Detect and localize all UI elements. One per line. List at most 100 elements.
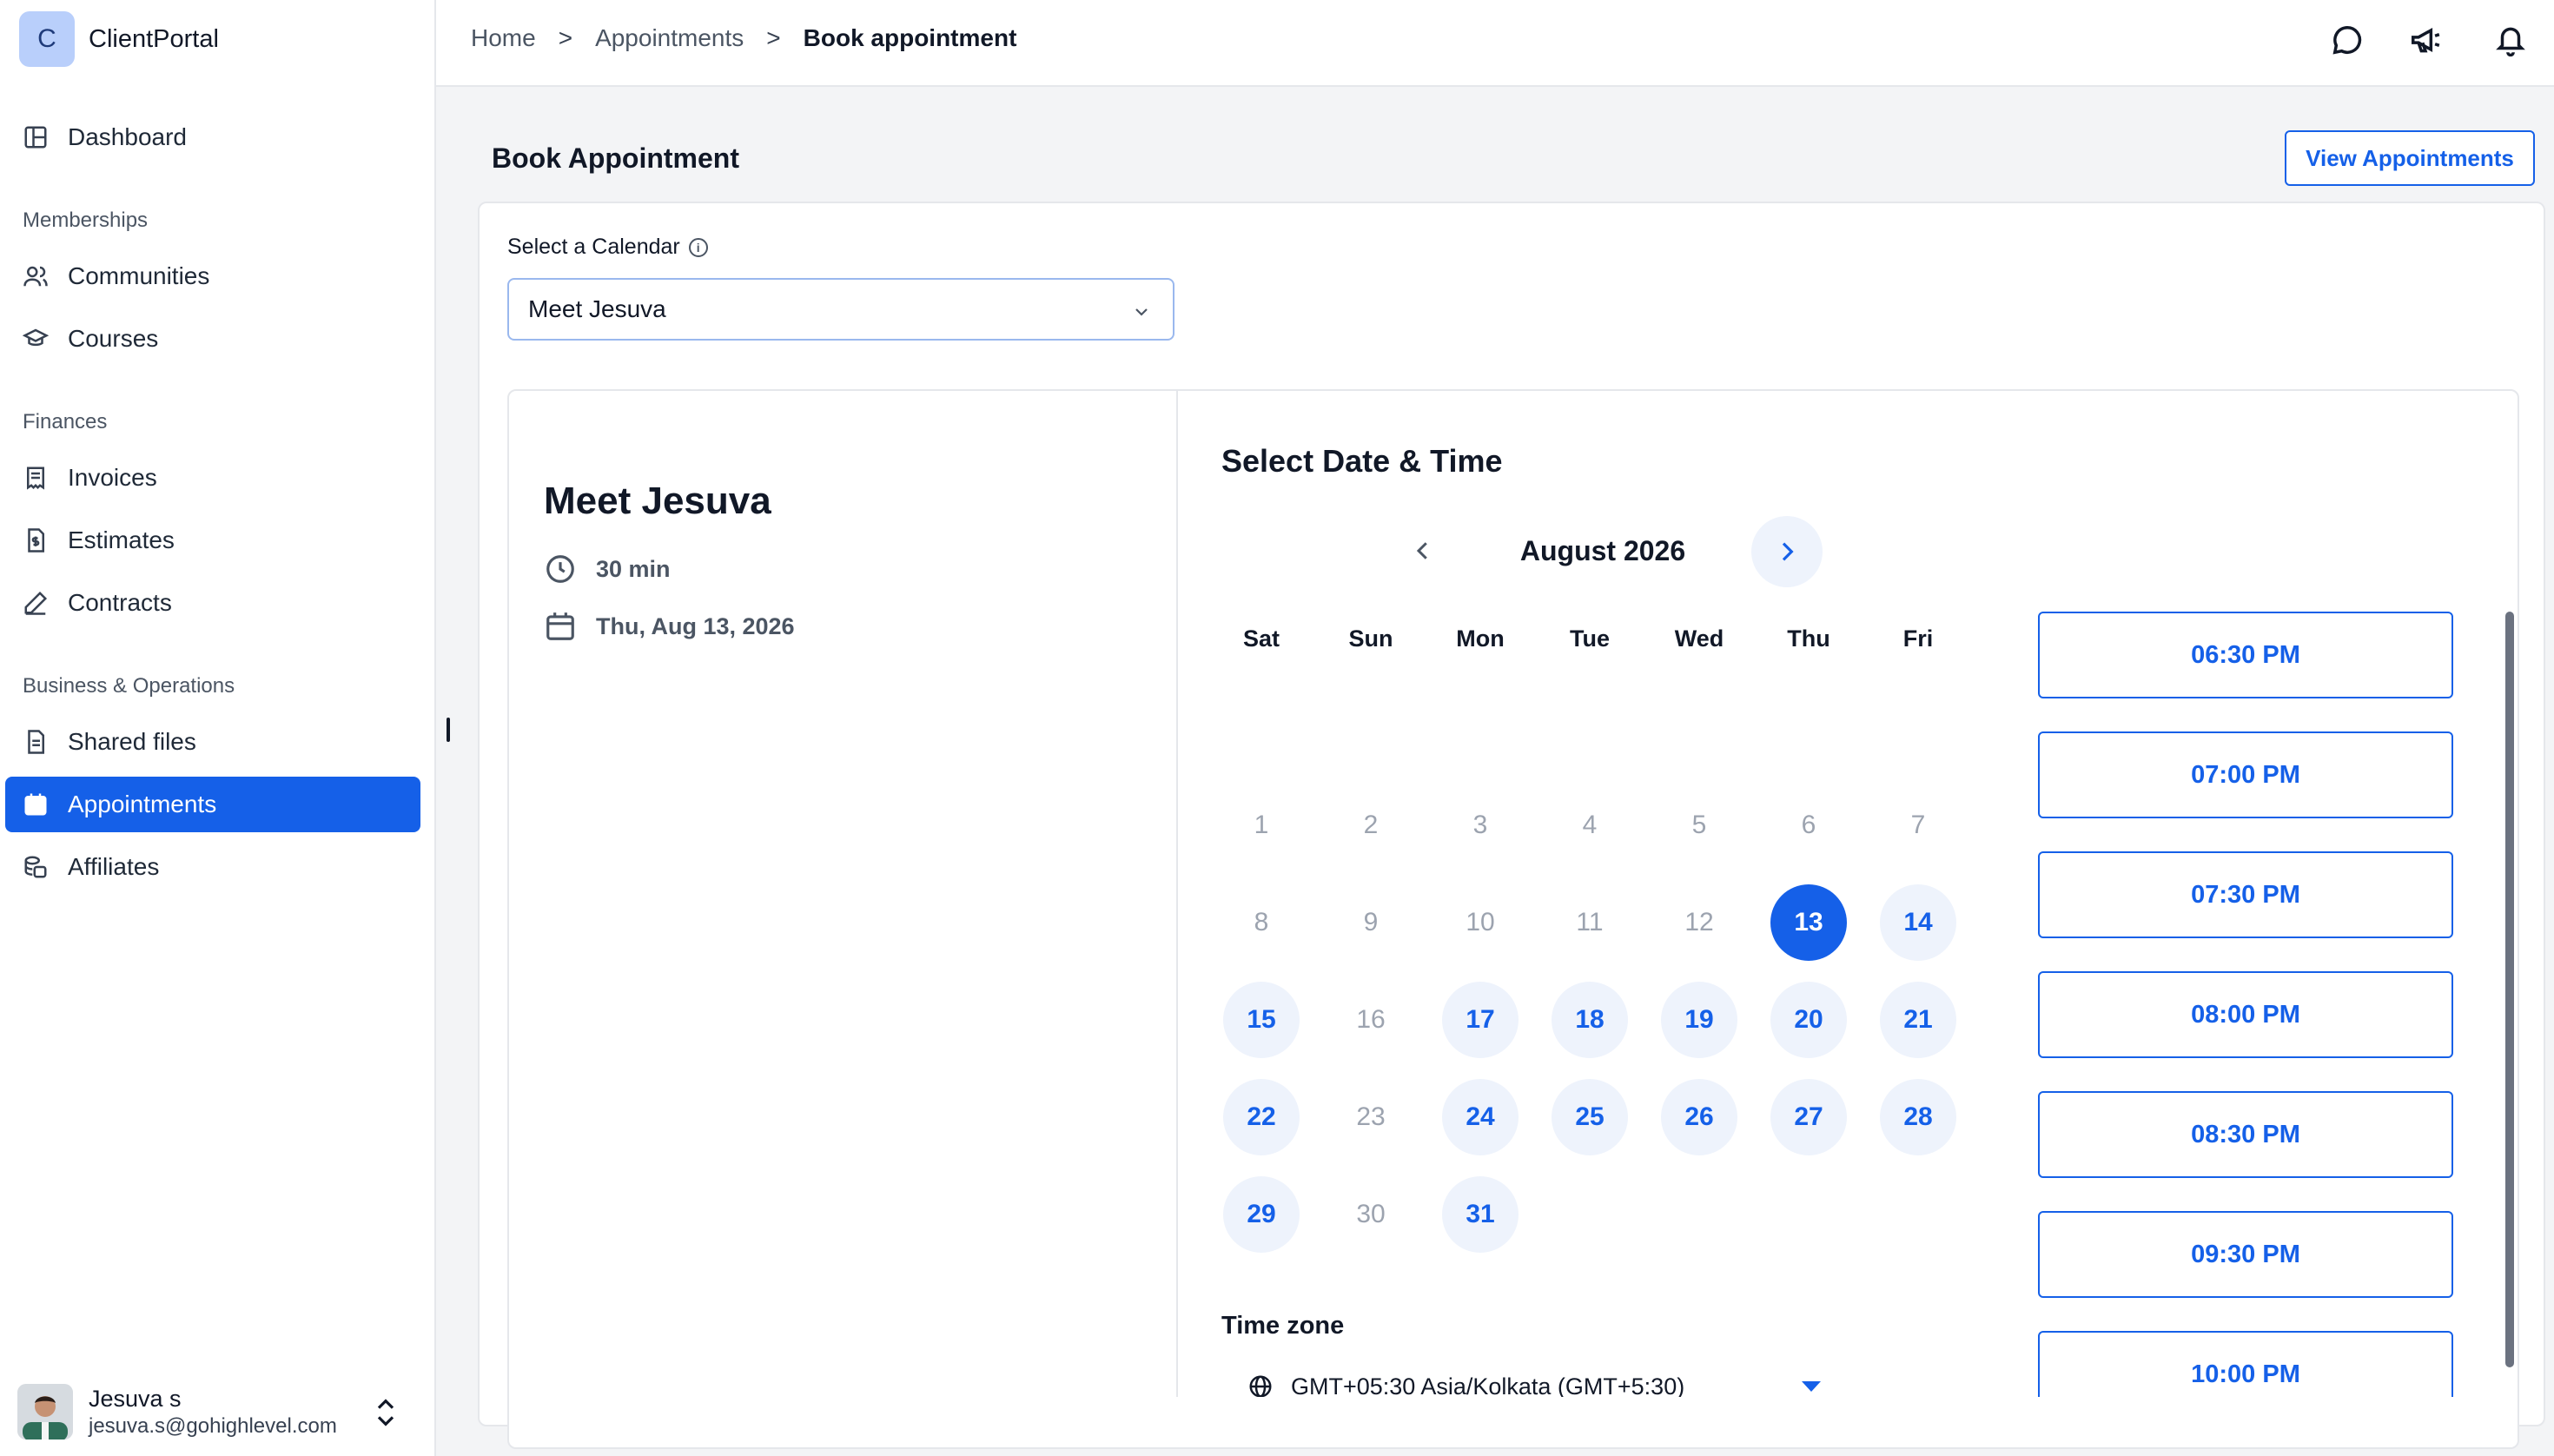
date-cell: 1 <box>1254 811 1269 839</box>
sidebar-item-communities[interactable]: Communities <box>5 248 420 304</box>
previous-month-button[interactable] <box>1404 532 1442 570</box>
event-date-text: Thu, Aug 13, 2026 <box>596 612 795 639</box>
top-bar: Home > Appointments > Book appointment <box>436 0 2554 87</box>
calendar-select[interactable]: Meet Jesuva <box>507 278 1174 341</box>
pen-icon <box>21 588 50 618</box>
date-cell[interactable]: 19 <box>1661 982 1737 1058</box>
info-icon[interactable]: i <box>688 237 708 257</box>
time-slot-scrollbar[interactable] <box>2505 612 2514 1367</box>
sidebar-item-affiliates[interactable]: Affiliates <box>5 839 420 895</box>
date-cell[interactable]: 21 <box>1880 982 1956 1058</box>
sidebar-item-label: Appointments <box>68 791 217 817</box>
panel-divider <box>1176 389 1178 1397</box>
event-title: Meet Jesuva <box>544 480 771 522</box>
date-time-title: Select Date & Time <box>1221 443 1503 479</box>
sidebar-item-label: Courses <box>68 325 159 352</box>
date-cell: 11 <box>1576 908 1604 936</box>
breadcrumb-current: Book appointment <box>803 24 1017 51</box>
date-cell[interactable]: 28 <box>1880 1079 1956 1155</box>
sidebar-item-contracts[interactable]: Contracts <box>5 575 420 631</box>
sidebar-item-invoices[interactable]: Invoices <box>5 450 420 506</box>
view-appointments-button[interactable]: View Appointments <box>2285 130 2535 186</box>
date-cell: 4 <box>1582 811 1598 839</box>
sidebar-item-estimates[interactable]: Estimates <box>5 513 420 568</box>
date-cell[interactable]: 14 <box>1880 884 1956 961</box>
date-cell: 12 <box>1684 908 1714 936</box>
globe-icon <box>1249 1375 1272 1398</box>
date-cell: 10 <box>1466 908 1495 936</box>
sidebar-item-courses[interactable]: Courses <box>5 311 420 367</box>
sidebar-item-appointments[interactable]: Appointments <box>5 777 420 832</box>
user-email: jesuva.s@gohighlevel.com <box>89 1413 337 1438</box>
receipt-icon <box>21 463 50 493</box>
time-slot-list[interactable]: 06:30 PM 07:00 PM 07:30 PM 08:00 PM 08:30 PM… <box>2033 599 2485 1397</box>
sidebar: C ClientPortal Dashboard Memberships Com… <box>0 0 436 1456</box>
weekday-label: Tue <box>1570 625 1610 652</box>
time-slot-button[interactable]: 08:00 PM <box>2038 971 2453 1058</box>
date-cell[interactable]: 20 <box>1770 982 1847 1058</box>
sidebar-item-label: Contracts <box>68 589 172 616</box>
page-title: Book Appointment <box>492 142 739 174</box>
date-cell: 7 <box>1910 811 1926 839</box>
breadcrumb-home[interactable]: Home <box>471 24 536 52</box>
chevron-down-icon <box>1131 301 1152 328</box>
date-cell: 3 <box>1472 811 1488 839</box>
chevron-up-down-icon[interactable] <box>372 1395 400 1434</box>
sidebar-item-dashboard[interactable]: Dashboard <box>5 109 420 165</box>
brand[interactable]: C ClientPortal <box>19 10 219 68</box>
calendar-select-label: Select a Calendar i <box>507 235 708 260</box>
user-name: Jesuva s <box>89 1385 182 1412</box>
weekday-label: Sat <box>1242 625 1280 652</box>
time-slot-button[interactable]: 10:00 PM <box>2038 1331 2453 1397</box>
chat-icon[interactable] <box>2328 21 2366 59</box>
dashboard-icon <box>21 122 50 152</box>
sidebar-item-label: Communities <box>68 262 210 289</box>
date-cell[interactable]: 24 <box>1442 1079 1519 1155</box>
event-duration: 30 min <box>544 553 671 586</box>
date-cell[interactable]: 17 <box>1442 982 1519 1058</box>
date-cell[interactable]: 26 <box>1661 1079 1737 1155</box>
event-duration-text: 30 min <box>596 555 671 582</box>
coins-icon <box>21 852 50 882</box>
avatar <box>17 1384 73 1439</box>
dollar-document-icon <box>21 526 50 555</box>
brand-name: ClientPortal <box>89 24 219 53</box>
calendar-icon <box>21 790 50 819</box>
calendar-icon <box>546 612 574 640</box>
date-cell[interactable]: 31 <box>1442 1176 1519 1253</box>
panel-bottom-edge <box>1178 1397 2516 1426</box>
date-cell[interactable]: 15 <box>1223 982 1300 1058</box>
sidebar-item-shared-files[interactable]: Shared files <box>5 714 420 770</box>
breadcrumb-appointments[interactable]: Appointments <box>595 24 744 52</box>
date-cell: 16 <box>1356 1005 1386 1034</box>
section-label-finances: Finances <box>23 410 108 433</box>
calendar-select-label-text: Select a Calendar <box>507 235 680 259</box>
date-cell: 23 <box>1356 1102 1386 1131</box>
time-slot-button[interactable]: 09:30 PM <box>2038 1211 2453 1298</box>
sidebar-collapse-handle[interactable] <box>447 718 450 742</box>
date-cell[interactable]: 22 <box>1223 1079 1300 1155</box>
graduation-cap-icon <box>21 324 50 354</box>
section-label-memberships: Memberships <box>23 208 149 232</box>
sidebar-item-label: Estimates <box>68 526 175 553</box>
bell-icon[interactable] <box>2491 21 2530 59</box>
date-cell[interactable]: 29 <box>1223 1176 1300 1253</box>
date-cell-selected[interactable]: 13 <box>1770 884 1847 961</box>
time-slot-button[interactable]: 07:00 PM <box>2038 731 2453 818</box>
next-month-button[interactable] <box>1751 516 1823 587</box>
user-profile[interactable]: Jesuva s jesuva.s@gohighlevel.com <box>17 1381 426 1442</box>
time-slot-button[interactable]: 06:30 PM <box>2038 612 2453 698</box>
date-cell[interactable]: 18 <box>1552 982 1628 1058</box>
clock-icon <box>546 555 574 583</box>
time-slot-button[interactable]: 07:30 PM <box>2038 851 2453 938</box>
month-label: August 2026 <box>1519 535 1686 566</box>
date-cell[interactable]: 27 <box>1770 1079 1847 1155</box>
caret-down-icon[interactable] <box>1802 1381 1821 1392</box>
megaphone-icon[interactable] <box>2406 21 2445 59</box>
date-cell[interactable]: 25 <box>1552 1079 1628 1155</box>
breadcrumb-separator: > <box>558 24 573 51</box>
timezone-label: Time zone <box>1221 1312 1345 1340</box>
weekday-label: Wed <box>1674 625 1724 652</box>
time-slot-button[interactable]: 08:30 PM <box>2038 1091 2453 1178</box>
date-cell: 6 <box>1801 811 1816 839</box>
